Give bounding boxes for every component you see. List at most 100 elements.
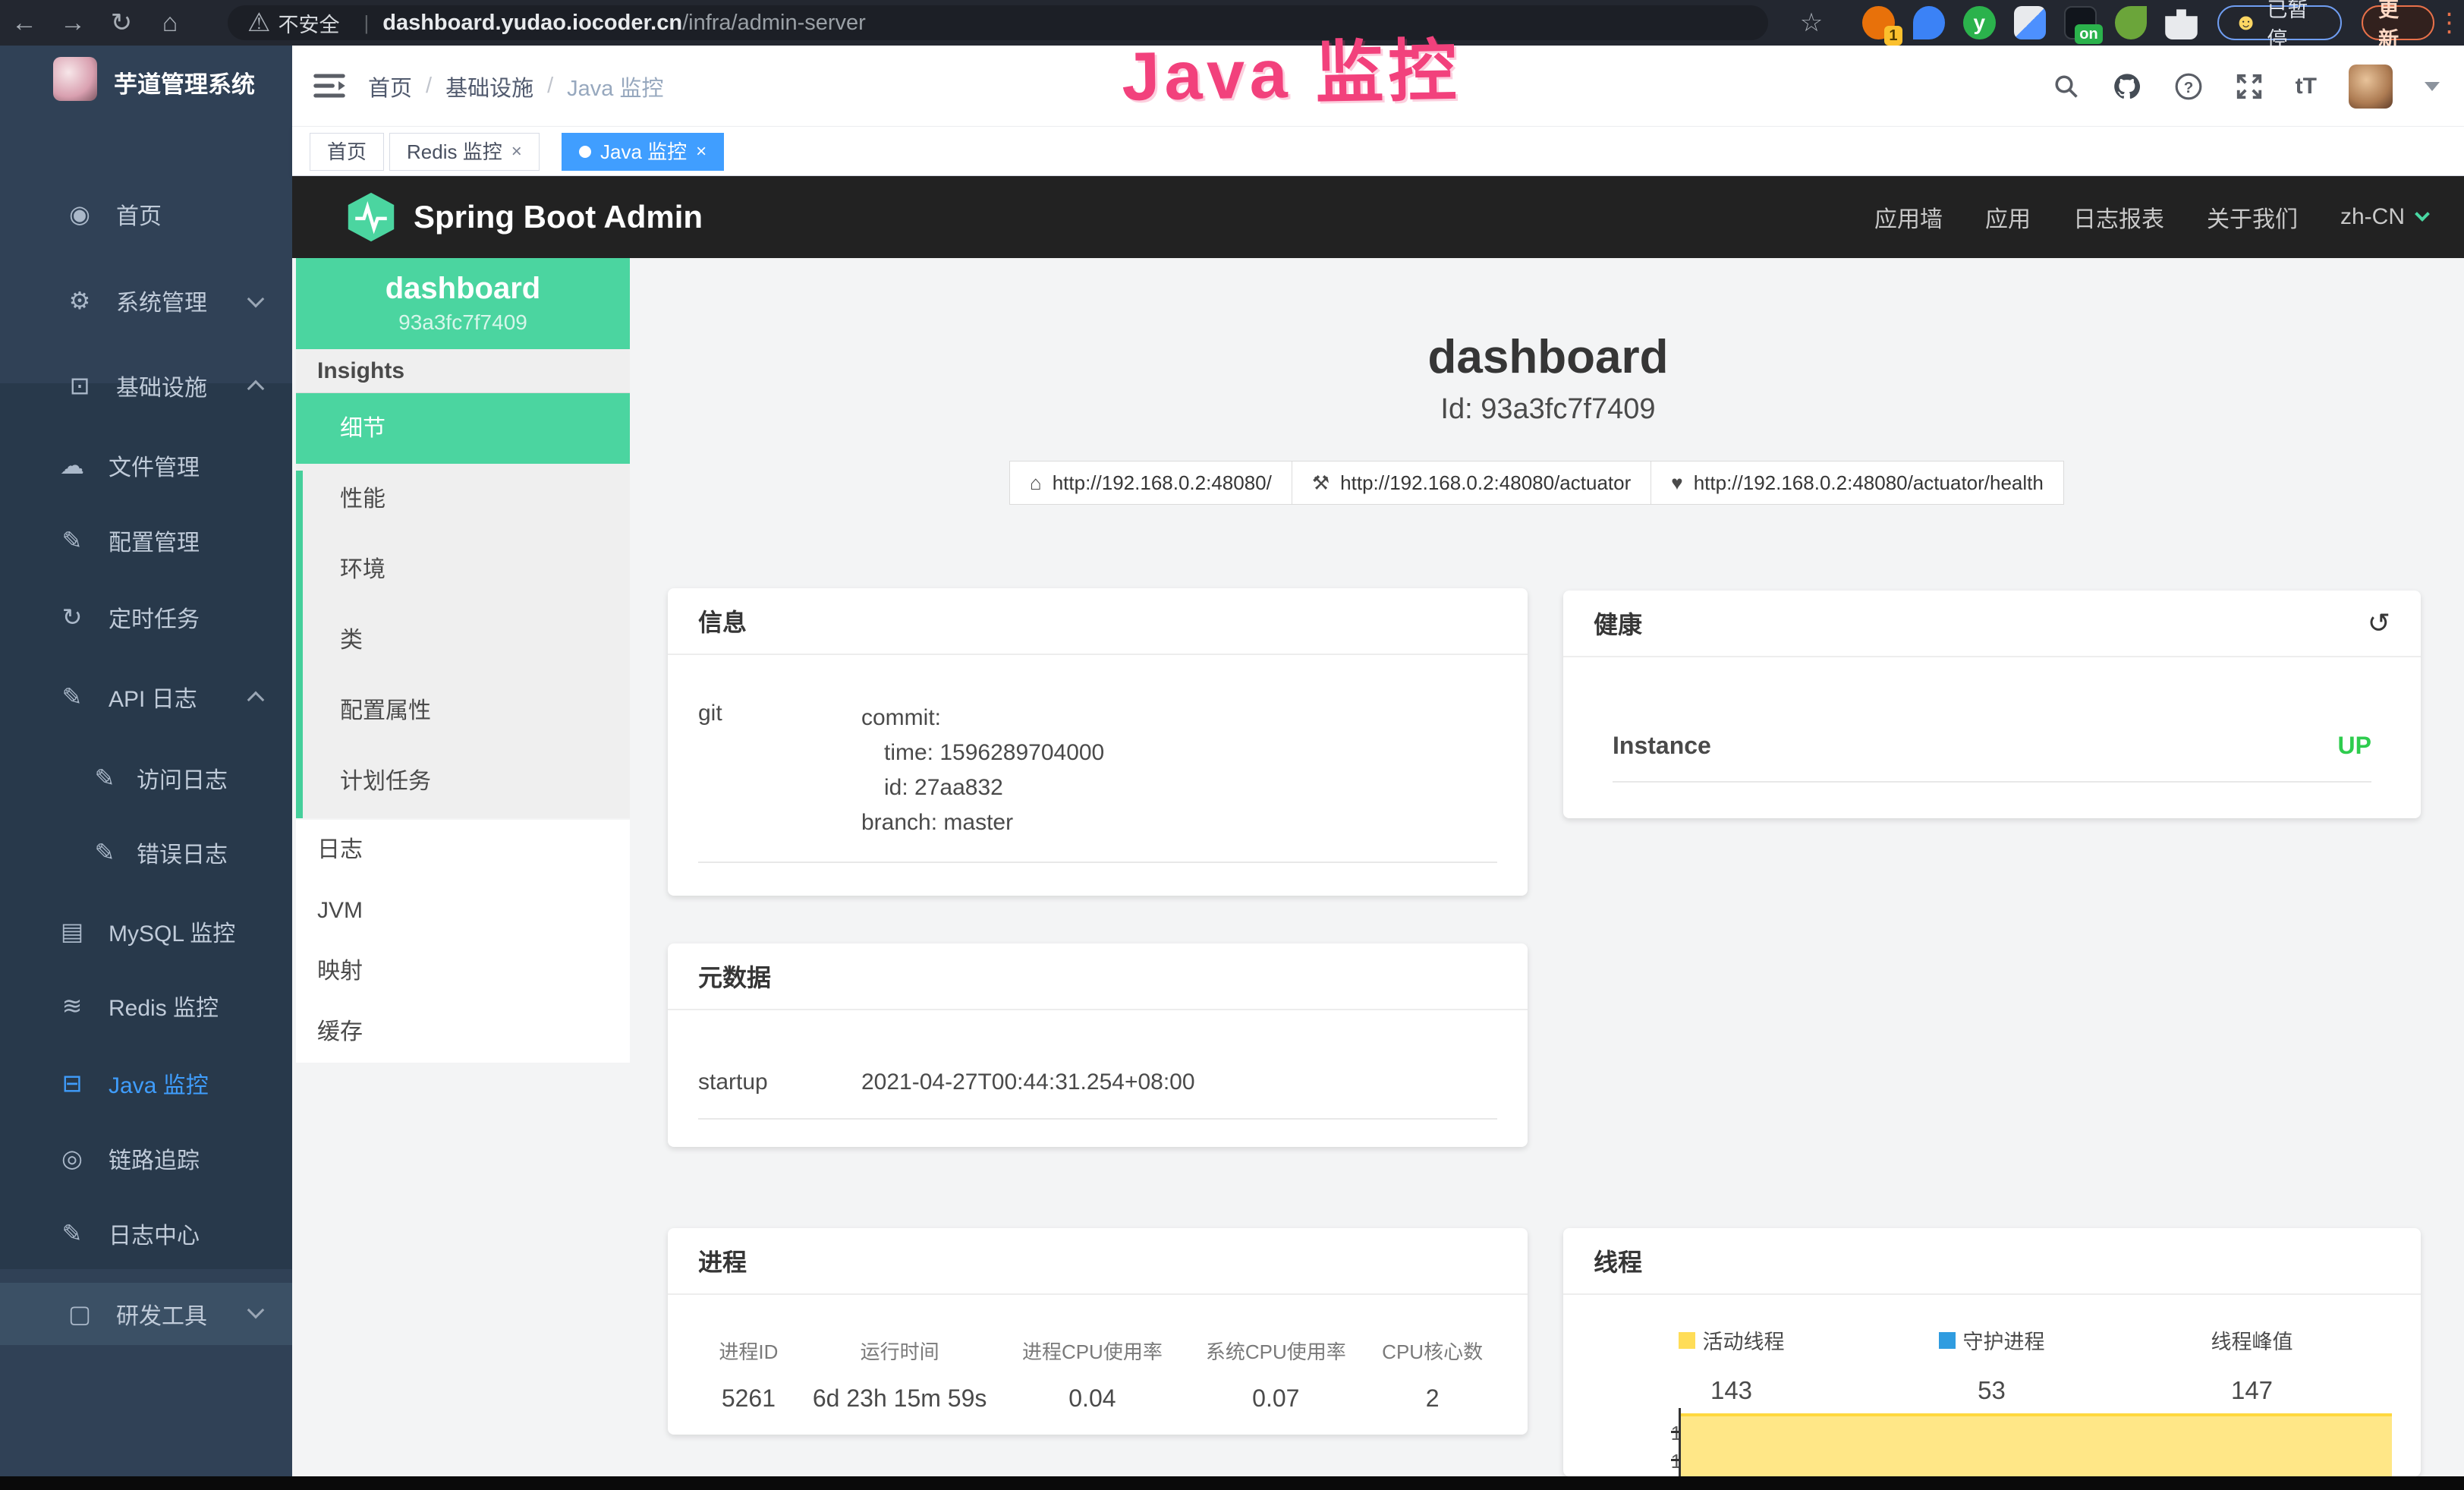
health-card: 健康 Instance UP: [1563, 591, 2421, 818]
sidebar-item-dev-tools[interactable]: 研发工具: [0, 1283, 292, 1345]
bookmark-star-icon[interactable]: [1787, 8, 1836, 38]
sba-sidebar-item-caches[interactable]: 缓存: [296, 1002, 630, 1063]
tab-redis[interactable]: Redis 监控: [389, 133, 540, 171]
sba-nav-applications[interactable]: 应用: [1985, 200, 2031, 234]
health-url-button[interactable]: http://192.168.0.2:48080/actuator/health: [1651, 461, 2064, 505]
close-icon[interactable]: [696, 134, 706, 170]
sba-nav-wallboard[interactable]: 应用墙: [1874, 200, 1943, 234]
browser-forward-icon[interactable]: [49, 8, 97, 38]
sidebar-item-java[interactable]: Java 监控: [0, 1054, 292, 1112]
browser-home-icon[interactable]: [146, 8, 194, 38]
column-value: 2: [1367, 1384, 1497, 1413]
sba-sidebar-item-scheduled[interactable]: 计划任务: [296, 746, 630, 817]
database-icon: [57, 917, 87, 946]
actuator-url-button[interactable]: http://192.168.0.2:48080/actuator: [1292, 461, 1651, 505]
extension-puzzle-icon[interactable]: [2165, 6, 2198, 39]
health-instance-row[interactable]: Instance UP: [1563, 732, 2421, 760]
sidebar-item-label: 错误日志: [137, 836, 228, 869]
health-card-header: 健康: [1563, 591, 2421, 657]
app-sidebar: 芋道管理系统 首页 系统管理 基础设施 文件管理 配置管理 定时任务: [0, 46, 292, 1476]
sba-nav-language[interactable]: zh-CN: [2340, 204, 2428, 230]
sidebar-item-trace[interactable]: 链路追踪: [0, 1129, 292, 1187]
sidebar-item-api-log[interactable]: API 日志: [0, 668, 292, 726]
sidebar-item-label: 研发工具: [116, 1297, 207, 1331]
git-label: git: [698, 701, 861, 840]
browser-reload-icon[interactable]: [97, 8, 146, 38]
sba-sidebar-item-mappings[interactable]: 映射: [296, 941, 630, 1002]
app-logo: [53, 57, 97, 101]
sba-sidebar-item-configprops[interactable]: 配置属性: [296, 676, 630, 746]
extension-pin-icon[interactable]: [1913, 6, 1946, 39]
sidebar-item-infra[interactable]: 基础设施: [0, 357, 292, 414]
cloud-upload-icon: [57, 451, 87, 480]
sidebar-item-log-center[interactable]: 日志中心: [0, 1205, 292, 1262]
extension-y-icon[interactable]: y: [1963, 6, 1996, 39]
tab-java[interactable]: Java 监控: [562, 133, 724, 171]
close-icon[interactable]: [511, 134, 522, 170]
row-divider: [698, 1118, 1497, 1120]
sidebar-item-jobs[interactable]: 定时任务: [0, 588, 292, 646]
info-card-header: 信息: [668, 588, 1528, 655]
sidebar-item-home[interactable]: 首页: [0, 185, 292, 243]
sidebar-item-label: 日志中心: [109, 1217, 200, 1250]
sidebar-item-files[interactable]: 文件管理: [0, 436, 292, 494]
extension-grid-icon[interactable]: [2014, 6, 2047, 39]
insights-panel: Insights 细节 性能 环境 类 配置属性 计划任务: [296, 349, 630, 818]
extension-tampermonkey-icon[interactable]: on: [2064, 6, 2097, 39]
text-size-icon[interactable]: [2296, 74, 2317, 99]
tags-view-bar: 首页 Redis 监控 Java 监控: [292, 127, 2464, 176]
url-host: dashboard.yudao.iocoder.cn: [382, 11, 682, 36]
sidebar-item-redis[interactable]: Redis 监控: [0, 977, 292, 1035]
sba-sidebar-item-jvm[interactable]: JVM: [296, 880, 630, 941]
extension-leaf-icon[interactable]: [2115, 6, 2148, 39]
startup-value: 2021-04-27T00:44:31.254+08:00: [861, 1069, 1195, 1095]
extension-colorzilla-icon[interactable]: 1: [1862, 6, 1895, 39]
sba-sidebar-item-metrics[interactable]: 性能: [296, 464, 630, 534]
breadcrumb-infra[interactable]: 基础设施: [445, 71, 533, 102]
git-time-line: time: 1596289704000: [861, 736, 1104, 770]
github-icon[interactable]: [2112, 71, 2142, 102]
address-bar[interactable]: 不安全 | dashboard.yudao.iocoder.cn /infra/…: [228, 5, 1768, 40]
browser-menu-icon[interactable]: [2434, 8, 2464, 38]
git-info-row: git commit: time: 1596289704000 id: 27aa…: [668, 701, 1528, 840]
legend-label: 守护进程: [1963, 1325, 2045, 1355]
sidebar-item-mysql[interactable]: MySQL 监控: [0, 903, 292, 960]
service-url-button[interactable]: http://192.168.0.2:48080/: [1009, 461, 1292, 505]
search-icon[interactable]: [2053, 73, 2080, 100]
card-title: 健康: [1594, 606, 1642, 641]
tab-home[interactable]: 首页: [310, 133, 384, 171]
help-icon[interactable]: ?: [2174, 72, 2203, 101]
sidebar-item-label: 文件管理: [109, 449, 200, 482]
paused-badge[interactable]: 已暂停: [2217, 5, 2342, 40]
breadcrumb-home[interactable]: 首页: [368, 71, 412, 102]
sba-sidebar-item-beans[interactable]: 类: [296, 605, 630, 676]
bottom-strip: [0, 1476, 2464, 1490]
history-icon[interactable]: [2368, 607, 2390, 639]
sba-nav: 应用墙 应用 日志报表 关于我们 zh-CN: [1874, 200, 2428, 234]
sidebar-item-error-log[interactable]: 错误日志: [0, 824, 292, 881]
avatar[interactable]: [2349, 65, 2393, 109]
sba-sidebar-item-env[interactable]: 环境: [296, 534, 630, 605]
sba-sidebar-item-details[interactable]: 细节: [296, 393, 630, 464]
sidebar-item-label: MySQL 监控: [109, 915, 235, 948]
card-title: 线程: [1594, 1243, 1642, 1278]
sba-nav-about[interactable]: 关于我们: [2207, 200, 2298, 234]
update-button[interactable]: 更新: [2362, 5, 2434, 40]
dashboard-icon: [65, 200, 95, 228]
sba-nav-journal[interactable]: 日志报表: [2073, 200, 2164, 234]
browser-back-icon[interactable]: [0, 8, 49, 38]
sidebar-item-access-log[interactable]: 访问日志: [0, 749, 292, 807]
heartbeat-icon: [1671, 471, 1682, 495]
hamburger-icon[interactable]: [313, 71, 345, 100]
process-col-uptime: 运行时间 6d 23h 15m 59s: [799, 1337, 1001, 1413]
git-commit-details: commit: time: 1596289704000 id: 27aa832 …: [861, 701, 1104, 840]
sidebar-item-system[interactable]: 系统管理: [0, 272, 292, 329]
caret-down-icon[interactable]: [2425, 82, 2440, 91]
sidebar-item-config[interactable]: 配置管理: [0, 512, 292, 569]
git-id-line: id: 27aa832: [861, 770, 1104, 805]
fullscreen-icon[interactable]: [2235, 72, 2264, 101]
sba-brand: Spring Boot Admin: [414, 199, 703, 235]
sba-sidebar-item-logfile[interactable]: 日志: [296, 820, 630, 880]
scrollbar-thumb[interactable]: [296, 471, 303, 818]
column-header: 运行时间: [799, 1337, 1001, 1365]
